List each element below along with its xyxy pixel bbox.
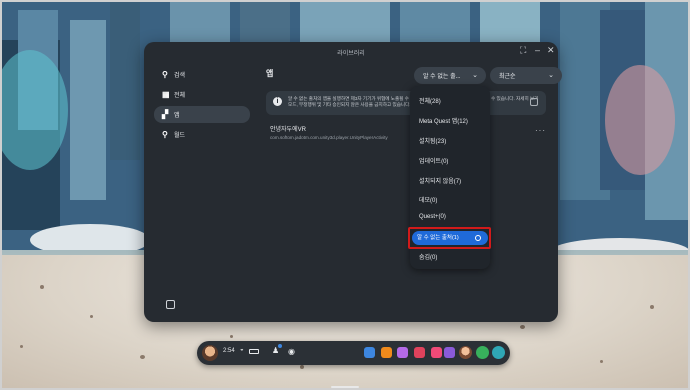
taskbar: 2:54 ◒ ♟ ◉ <box>197 341 510 365</box>
profile-avatar-icon[interactable] <box>459 346 472 359</box>
menu-item-all[interactable]: 전체(28) <box>419 96 441 105</box>
sidebar-item-search[interactable]: ⚲ 검색 <box>154 66 250 83</box>
more-options-icon[interactable]: ··· <box>535 126 546 135</box>
grid-icon: ▦ <box>162 90 170 99</box>
info-icon: i <box>273 97 282 106</box>
page-title: 앱 <box>266 69 274 78</box>
sort-dropdown-value: 최근순 <box>499 74 516 80</box>
external-link-icon[interactable] <box>530 98 538 106</box>
highlight-box <box>408 227 491 249</box>
filter-dropdown-value: 알 수 없는 출... <box>423 74 461 80</box>
menu-item-hidden[interactable]: 숨김(0) <box>419 252 437 261</box>
library-icon[interactable] <box>492 346 505 359</box>
location-pin-icon: ⚲ <box>162 130 168 139</box>
avatar[interactable] <box>202 345 218 361</box>
unknown-sources-banner: i 알 수 없는 출처의 앱을 실행하면 제3자 기기가 위협에 노출될 수 있… <box>266 91 546 115</box>
sort-dropdown[interactable]: 최근순 ⌄ <box>490 67 562 84</box>
app-icon-1[interactable] <box>364 347 375 358</box>
menu-item-not-installed[interactable]: 설치되지 않음(7) <box>419 176 461 185</box>
sidebar-item-label: 앱 <box>174 113 180 119</box>
controller-icon[interactable]: ◉ <box>288 347 295 356</box>
sidebar-item-worlds[interactable]: ⚲ 월드 <box>154 126 250 143</box>
sidebar-item-all[interactable]: ▦ 전체 <box>154 86 250 103</box>
chevron-down-icon: ⌄ <box>548 72 554 79</box>
search-icon: ⚲ <box>162 70 168 79</box>
window-title: 라이브러리 <box>337 51 365 57</box>
chevron-down-icon: ⌄ <box>472 72 478 79</box>
list-item[interactable]: 안녕자두에VR com.softom.jadotm.com.unity3d.pl… <box>270 124 546 140</box>
sidebar-item-label: 전체 <box>174 93 186 99</box>
filter-dropdown[interactable]: 알 수 없는 출... ⌄ <box>414 67 486 84</box>
wifi-icon: ◒ <box>240 347 244 353</box>
app-name: 안녕자두에VR <box>270 127 306 133</box>
sidebar-toggle-icon[interactable] <box>166 300 175 309</box>
sidebar-item-label: 월드 <box>174 133 186 139</box>
sidebar-item-label: 검색 <box>174 73 186 79</box>
menu-item-updates[interactable]: 업데이트(0) <box>419 156 448 165</box>
sidebar-item-apps[interactable]: ▞ 앱 <box>154 106 250 123</box>
resize-icon[interactable]: ⛶ <box>520 45 526 56</box>
library-window: 라이브러리 ⛶ – ✕ ⚲ 검색 ▦ 전체 ▞ 앱 ⚲ 월드 앱 알 수 없는 … <box>144 42 562 322</box>
menu-item-demos[interactable]: 데모(0) <box>419 195 437 204</box>
battery-icon <box>249 349 259 354</box>
minimize-button[interactable]: – <box>535 45 540 55</box>
apps-icon: ▞ <box>162 110 169 119</box>
store-icon[interactable] <box>476 346 489 359</box>
grab-handle[interactable] <box>331 386 359 388</box>
menu-item-installed[interactable]: 설치됨(23) <box>419 136 446 145</box>
app-icon-2[interactable] <box>381 347 392 358</box>
app-icon-3[interactable] <box>397 347 408 358</box>
sidebar: ⚲ 검색 ▦ 전체 ▞ 앱 ⚲ 월드 <box>154 66 250 146</box>
close-button[interactable]: ✕ <box>547 45 555 56</box>
menu-item-quest-apps[interactable]: Meta Quest 앱(12) <box>419 116 468 125</box>
notification-dot <box>278 344 282 348</box>
app-icon-5[interactable] <box>431 347 442 358</box>
menu-item-quest-plus[interactable]: Quest+(0) <box>419 214 446 220</box>
clock: 2:54 <box>223 348 235 354</box>
app-icon-6[interactable] <box>444 347 455 358</box>
app-icon-4[interactable] <box>414 347 425 358</box>
app-package: com.softom.jadotm.com.unity3d.player.Uni… <box>270 135 388 140</box>
